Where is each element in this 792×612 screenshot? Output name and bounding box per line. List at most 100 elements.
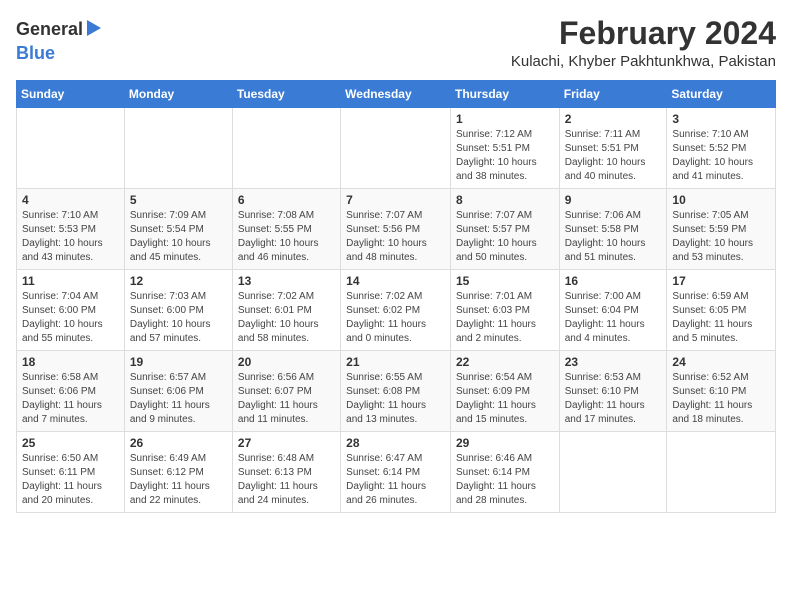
calendar-cell: 12 Sunrise: 7:03 AMSunset: 6:00 PMDayligh… (124, 270, 232, 351)
day-info: Sunrise: 6:53 AMSunset: 6:10 PMDaylight:… (565, 371, 662, 427)
day-info: Sunrise: 7:06 AMSunset: 5:58 PMDaylight:… (565, 209, 662, 265)
weekday-header-thursday: Thursday (450, 81, 559, 108)
day-info: Sunrise: 7:12 AMSunset: 5:51 PMDaylight:… (456, 128, 554, 184)
day-number: 6 (238, 193, 335, 207)
day-number: 24 (672, 355, 770, 369)
weekday-header-tuesday: Tuesday (232, 81, 340, 108)
day-number: 12 (130, 274, 227, 288)
day-number: 25 (22, 436, 119, 450)
day-number: 15 (456, 274, 554, 288)
calendar-cell: 18Sunrise: 6:58 AMSunset: 6:06 PMDayligh… (17, 351, 125, 432)
title-area: February 2024 Kulachi, Khyber Pakhtunkhw… (511, 16, 776, 70)
day-number: 28 (346, 436, 445, 450)
calendar-week-row: 1 Sunrise: 7:12 AMSunset: 5:51 PMDaylight… (17, 108, 776, 189)
calendar-cell: 26Sunrise: 6:49 AMSunset: 6:12 PMDayligh… (124, 432, 232, 513)
calendar-cell: 17Sunrise: 6:59 AMSunset: 6:05 PMDayligh… (667, 270, 776, 351)
day-info: Sunrise: 7:10 AMSunset: 5:52 PMDaylight:… (672, 128, 770, 184)
day-number: 9 (565, 193, 662, 207)
calendar-cell: 10 Sunrise: 7:05 AMSunset: 5:59 PMDayligh… (667, 189, 776, 270)
day-info: Sunrise: 7:08 AMSunset: 5:55 PMDaylight:… (238, 209, 335, 265)
calendar-cell: 13 Sunrise: 7:02 AMSunset: 6:01 PMDayligh… (232, 270, 340, 351)
day-number: 2 (565, 112, 662, 126)
calendar-cell: 4Sunrise: 7:10 AMSunset: 5:53 PMDaylight… (17, 189, 125, 270)
weekday-header-sunday: Sunday (17, 81, 125, 108)
day-number: 1 (456, 112, 554, 126)
day-number: 3 (672, 112, 770, 126)
day-number: 22 (456, 355, 554, 369)
calendar-table: SundayMondayTuesdayWednesdayThursdayFrid… (16, 80, 776, 513)
day-info: Sunrise: 7:01 AMSunset: 6:03 PMDaylight:… (456, 290, 554, 346)
calendar-cell: 20 Sunrise: 6:56 AMSunset: 6:07 PMDayligh… (232, 351, 340, 432)
day-info: Sunrise: 6:54 AMSunset: 6:09 PMDaylight:… (456, 371, 554, 427)
day-info: Sunrise: 7:10 AMSunset: 5:53 PMDaylight:… (22, 209, 119, 265)
day-info: Sunrise: 6:48 AMSunset: 6:13 PMDaylight:… (238, 452, 335, 508)
day-info: Sunrise: 6:50 AMSunset: 6:11 PMDaylight:… (22, 452, 119, 508)
day-number: 18 (22, 355, 119, 369)
day-info: Sunrise: 6:56 AMSunset: 6:07 PMDaylight:… (238, 371, 335, 427)
calendar-cell: 1 Sunrise: 7:12 AMSunset: 5:51 PMDaylight… (450, 108, 559, 189)
day-number: 19 (130, 355, 227, 369)
calendar-cell: 15 Sunrise: 7:01 AMSunset: 6:03 PMDayligh… (450, 270, 559, 351)
day-info: Sunrise: 6:47 AMSunset: 6:14 PMDaylight:… (346, 452, 445, 508)
calendar-week-row: 4Sunrise: 7:10 AMSunset: 5:53 PMDaylight… (17, 189, 776, 270)
day-info: Sunrise: 7:02 AMSunset: 6:01 PMDaylight:… (238, 290, 335, 346)
calendar-cell: 8 Sunrise: 7:07 AMSunset: 5:57 PMDaylight… (450, 189, 559, 270)
calendar-cell (124, 108, 232, 189)
calendar-cell: 22 Sunrise: 6:54 AMSunset: 6:09 PMDayligh… (450, 351, 559, 432)
day-number: 5 (130, 193, 227, 207)
day-info: Sunrise: 7:05 AMSunset: 5:59 PMDaylight:… (672, 209, 770, 265)
day-info: Sunrise: 7:07 AMSunset: 5:57 PMDaylight:… (456, 209, 554, 265)
calendar-week-row: 18Sunrise: 6:58 AMSunset: 6:06 PMDayligh… (17, 351, 776, 432)
weekday-header-saturday: Saturday (667, 81, 776, 108)
day-number: 13 (238, 274, 335, 288)
calendar-cell (17, 108, 125, 189)
day-info: Sunrise: 6:57 AMSunset: 6:06 PMDaylight:… (130, 371, 227, 427)
calendar-cell: 24 Sunrise: 6:52 AMSunset: 6:10 PMDayligh… (667, 351, 776, 432)
calendar-cell (667, 432, 776, 513)
day-info: Sunrise: 6:59 AMSunset: 6:05 PMDaylight:… (672, 290, 770, 346)
day-info: Sunrise: 6:49 AMSunset: 6:12 PMDaylight:… (130, 452, 227, 508)
weekday-header-monday: Monday (124, 81, 232, 108)
day-number: 23 (565, 355, 662, 369)
day-number: 27 (238, 436, 335, 450)
calendar-cell (341, 108, 451, 189)
logo-arrow-icon (87, 18, 107, 43)
calendar-cell (559, 432, 667, 513)
calendar-cell: 3 Sunrise: 7:10 AMSunset: 5:52 PMDaylight… (667, 108, 776, 189)
weekday-header-row: SundayMondayTuesdayWednesdayThursdayFrid… (17, 81, 776, 108)
calendar-cell: 5Sunrise: 7:09 AMSunset: 5:54 PMDaylight… (124, 189, 232, 270)
day-number: 7 (346, 193, 445, 207)
day-info: Sunrise: 6:55 AMSunset: 6:08 PMDaylight:… (346, 371, 445, 427)
calendar-cell: 21Sunrise: 6:55 AMSunset: 6:08 PMDayligh… (341, 351, 451, 432)
calendar-cell (232, 108, 340, 189)
header: General Blue February 2024 Kulachi, Khyb… (16, 16, 776, 70)
logo: General Blue (16, 16, 107, 64)
day-info: Sunrise: 7:04 AMSunset: 6:00 PMDaylight:… (22, 290, 119, 346)
calendar-week-row: 11 Sunrise: 7:04 AMSunset: 6:00 PMDayligh… (17, 270, 776, 351)
day-info: Sunrise: 7:00 AMSunset: 6:04 PMDaylight:… (565, 290, 662, 346)
calendar-cell: 28 Sunrise: 6:47 AMSunset: 6:14 PMDayligh… (341, 432, 451, 513)
calendar-cell: 6 Sunrise: 7:08 AMSunset: 5:55 PMDaylight… (232, 189, 340, 270)
calendar-cell: 19 Sunrise: 6:57 AMSunset: 6:06 PMDayligh… (124, 351, 232, 432)
calendar-cell: 14 Sunrise: 7:02 AMSunset: 6:02 PMDayligh… (341, 270, 451, 351)
day-number: 20 (238, 355, 335, 369)
day-number: 8 (456, 193, 554, 207)
day-number: 14 (346, 274, 445, 288)
day-info: Sunrise: 7:07 AMSunset: 5:56 PMDaylight:… (346, 209, 445, 265)
calendar-cell: 11 Sunrise: 7:04 AMSunset: 6:00 PMDayligh… (17, 270, 125, 351)
logo-general-text: General (16, 19, 83, 40)
weekday-header-wednesday: Wednesday (341, 81, 451, 108)
day-number: 16 (565, 274, 662, 288)
weekday-header-friday: Friday (559, 81, 667, 108)
calendar-cell: 7 Sunrise: 7:07 AMSunset: 5:56 PMDaylight… (341, 189, 451, 270)
day-info: Sunrise: 7:02 AMSunset: 6:02 PMDaylight:… (346, 290, 445, 346)
calendar-cell: 27 Sunrise: 6:48 AMSunset: 6:13 PMDayligh… (232, 432, 340, 513)
calendar-cell: 25 Sunrise: 6:50 AMSunset: 6:11 PMDayligh… (17, 432, 125, 513)
day-info: Sunrise: 6:52 AMSunset: 6:10 PMDaylight:… (672, 371, 770, 427)
logo-blue-text: Blue (16, 43, 55, 63)
calendar-cell: 29Sunrise: 6:46 AMSunset: 6:14 PMDayligh… (450, 432, 559, 513)
day-info: Sunrise: 7:03 AMSunset: 6:00 PMDaylight:… (130, 290, 227, 346)
day-number: 11 (22, 274, 119, 288)
day-number: 10 (672, 193, 770, 207)
day-info: Sunrise: 6:46 AMSunset: 6:14 PMDaylight:… (456, 452, 554, 508)
